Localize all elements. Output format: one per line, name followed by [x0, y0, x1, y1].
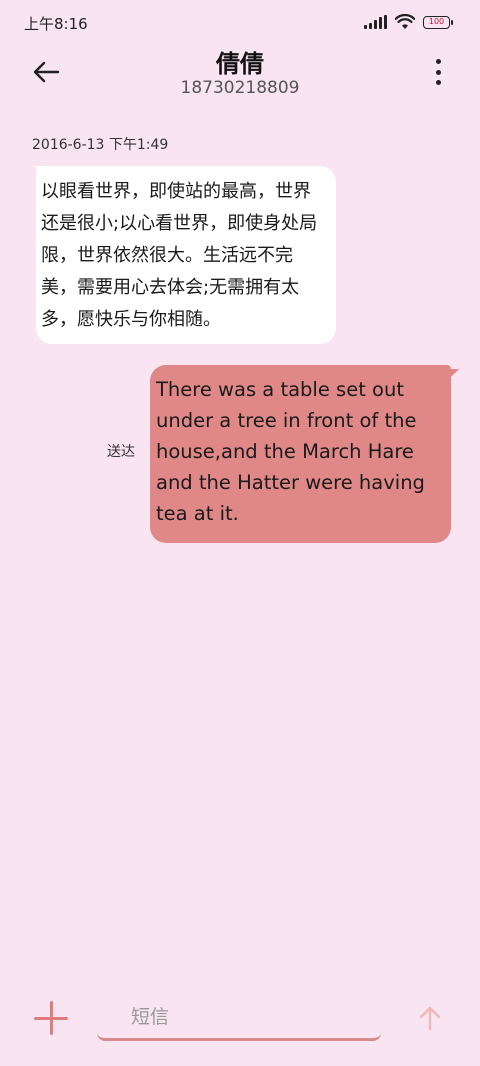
- message-timestamp: 2016-6-13 下午1:49: [32, 137, 169, 153]
- delivery-status: 送达: [107, 444, 135, 460]
- wifi-icon: [395, 14, 415, 30]
- battery-level: 100: [428, 17, 445, 26]
- more-vert-icon[interactable]: [430, 59, 446, 85]
- send-arrow-icon[interactable]: [418, 1005, 442, 1031]
- contact-name: 倩倩: [216, 50, 264, 78]
- status-time: 上午8:16: [24, 15, 88, 33]
- composer-bar: [0, 986, 480, 1066]
- received-message-bubble[interactable]: 以眼看世界，即使站的最高，世界还是很小;以心看世界，即使身处局限，世界依然很大。…: [34, 166, 336, 344]
- battery-icon: 100: [423, 15, 453, 29]
- status-icons: 100: [364, 14, 453, 30]
- conversation-header: 倩倩 18730218809: [0, 40, 480, 110]
- add-icon[interactable]: [34, 1001, 68, 1035]
- cellular-signal-icon: [364, 15, 387, 29]
- sent-message-bubble[interactable]: There was a table set out under a tree i…: [150, 365, 459, 543]
- message-input[interactable]: [97, 996, 381, 1041]
- contact-phone-number: 18730218809: [180, 78, 300, 98]
- messaging-screen: 上午8:16 100 倩倩 18730218809 2016-6-13 下午1:…: [0, 0, 480, 1066]
